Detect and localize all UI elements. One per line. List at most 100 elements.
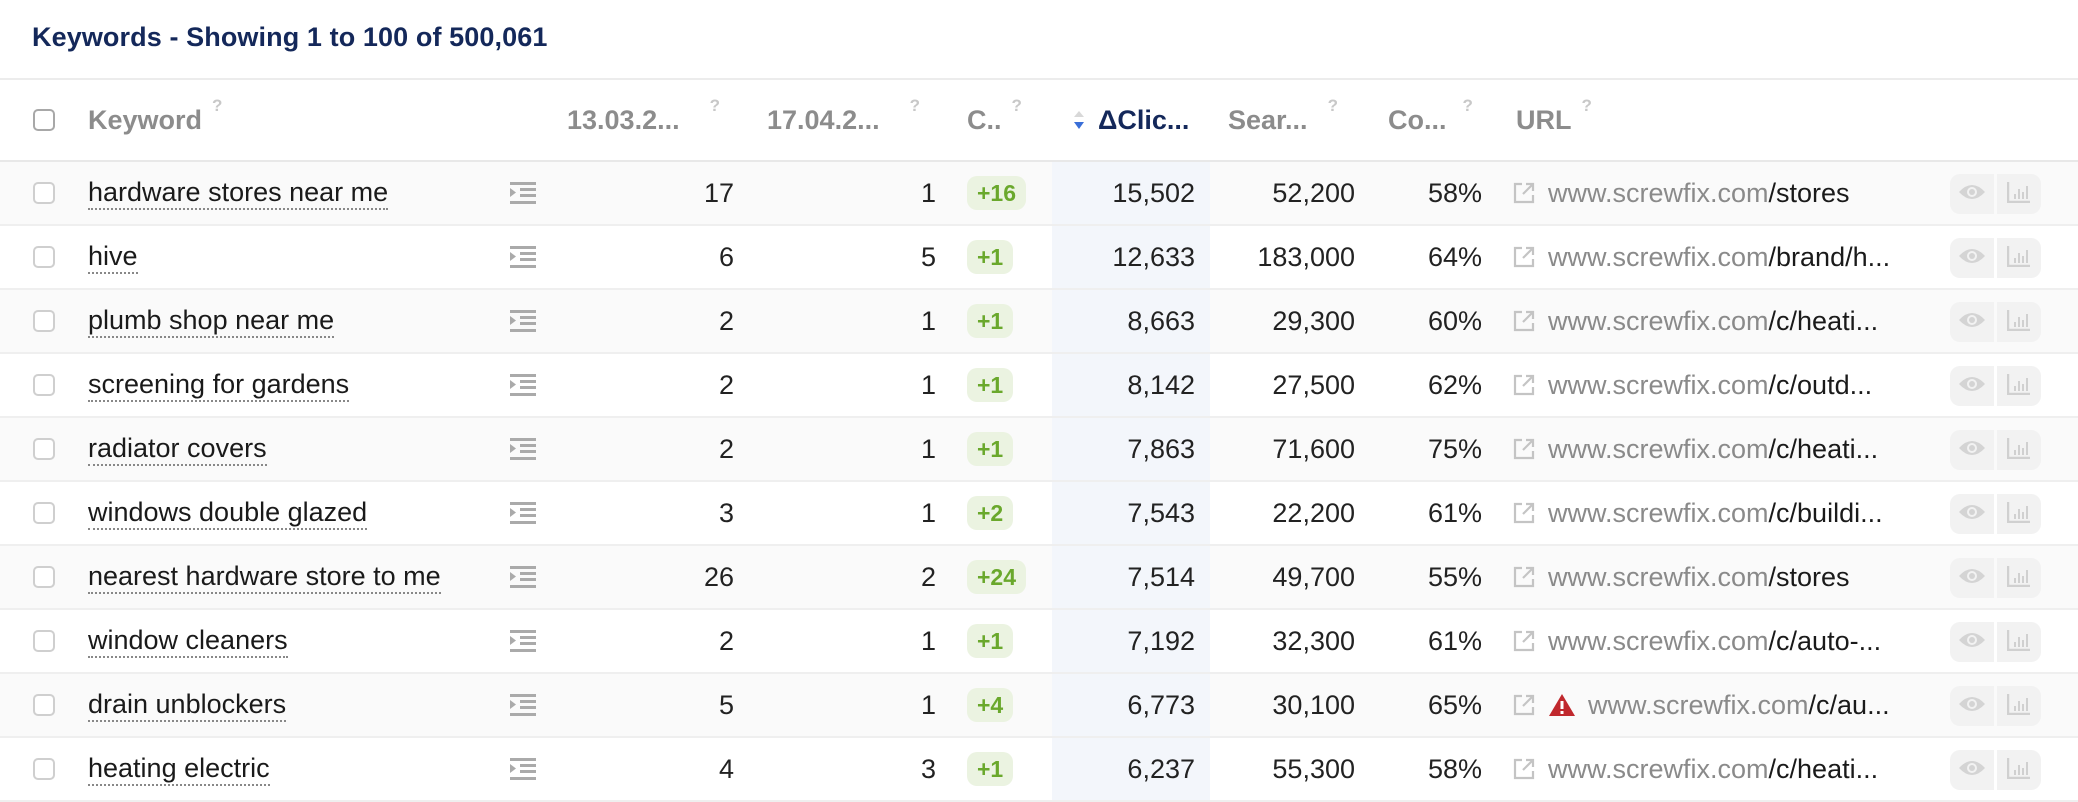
keyword-link[interactable]: radiator covers	[88, 433, 267, 466]
rank-date2: 1	[920, 689, 936, 720]
url-link[interactable]: www.screwfix.com/c/buildi...	[1548, 498, 1883, 529]
row-checkbox[interactable]	[33, 694, 55, 716]
help-icon[interactable]: ?	[710, 96, 720, 116]
eye-button[interactable]	[1950, 174, 1994, 214]
chart-button[interactable]	[1997, 366, 2041, 406]
eye-button[interactable]	[1950, 750, 1994, 790]
external-link-icon[interactable]	[1512, 245, 1536, 269]
keyword-link[interactable]: nearest hardware store to me	[88, 561, 441, 594]
column-header-date2[interactable]: 17.04.2... ?	[767, 80, 920, 160]
table-header: Keyword ? 13.03.2... ? 17.04.2... ? C.. …	[0, 80, 2078, 160]
chart-button[interactable]	[1997, 302, 2041, 342]
column-header-search-volume[interactable]: Sear... ?	[1228, 80, 1338, 160]
eye-button[interactable]	[1950, 366, 1994, 406]
column-header-url[interactable]: URL ?	[1516, 80, 1592, 160]
external-link-icon[interactable]	[1512, 629, 1536, 653]
row-checkbox[interactable]	[33, 758, 55, 780]
row-checkbox[interactable]	[33, 438, 55, 460]
url-link[interactable]: www.screwfix.com/c/au...	[1588, 690, 1890, 721]
row-checkbox[interactable]	[33, 246, 55, 268]
eye-button[interactable]	[1950, 302, 1994, 342]
external-link-icon[interactable]	[1512, 757, 1536, 781]
column-header-competition[interactable]: Co... ?	[1388, 80, 1473, 160]
external-link-icon[interactable]	[1512, 181, 1536, 205]
url-cell: www.screwfix.com/c/heati...	[1512, 418, 1878, 480]
keyword-cell: nearest hardware store to me	[88, 546, 441, 608]
serp-list-icon[interactable]	[510, 546, 536, 608]
keyword-link[interactable]: windows double glazed	[88, 497, 368, 530]
keyword-link[interactable]: hive	[88, 241, 138, 274]
external-link-icon[interactable]	[1512, 693, 1536, 717]
row-checkbox[interactable]	[33, 182, 55, 204]
help-icon[interactable]: ?	[1582, 96, 1592, 116]
bar-chart-icon	[2006, 501, 2031, 528]
url-link[interactable]: www.screwfix.com/brand/h...	[1548, 242, 1890, 273]
chart-button[interactable]	[1997, 622, 2041, 662]
external-link-icon[interactable]	[1512, 501, 1536, 525]
url-link[interactable]: www.screwfix.com/stores	[1548, 178, 1850, 209]
help-icon[interactable]: ?	[1463, 96, 1473, 116]
column-header-date1[interactable]: 13.03.2... ?	[567, 80, 720, 160]
keyword-link[interactable]: hardware stores near me	[88, 177, 389, 210]
external-link-icon[interactable]	[1512, 565, 1536, 589]
serp-list-icon[interactable]	[510, 226, 536, 288]
chart-button[interactable]	[1997, 430, 2041, 470]
external-link-icon[interactable]	[1512, 309, 1536, 333]
url-cell: www.screwfix.com/c/heati...	[1512, 738, 1878, 800]
eye-icon	[1958, 566, 1986, 591]
serp-list-icon[interactable]	[510, 738, 536, 800]
keyword-link[interactable]: drain unblockers	[88, 689, 287, 722]
eye-button[interactable]	[1950, 494, 1994, 534]
keyword-link[interactable]: heating electric	[88, 753, 270, 786]
help-icon[interactable]: ?	[1328, 96, 1338, 116]
row-checkbox[interactable]	[33, 310, 55, 332]
chart-button[interactable]	[1997, 558, 2041, 598]
column-header-change[interactable]: C.. ?	[967, 80, 1022, 160]
url-link[interactable]: www.screwfix.com/c/auto-...	[1548, 626, 1881, 657]
url-link[interactable]: www.screwfix.com/c/heati...	[1548, 306, 1878, 337]
column-header-delta-clicks[interactable]: ΔClic...	[1072, 80, 1189, 160]
select-all-checkbox[interactable]	[33, 109, 55, 131]
eye-button[interactable]	[1950, 430, 1994, 470]
serp-list-icon[interactable]	[510, 418, 536, 480]
eye-button[interactable]	[1950, 622, 1994, 662]
eye-button[interactable]	[1950, 686, 1994, 726]
url-link[interactable]: www.screwfix.com/c/heati...	[1548, 434, 1878, 465]
url-link[interactable]: www.screwfix.com/c/outd...	[1548, 370, 1872, 401]
url-link[interactable]: www.screwfix.com/stores	[1548, 562, 1850, 593]
url-cell: www.screwfix.com/c/auto-...	[1512, 610, 1881, 672]
help-icon[interactable]: ?	[212, 96, 222, 116]
row-checkbox[interactable]	[33, 502, 55, 524]
chart-button[interactable]	[1997, 238, 2041, 278]
column-label: Sear...	[1228, 104, 1308, 135]
eye-button[interactable]	[1950, 558, 1994, 598]
serp-list-icon[interactable]	[510, 290, 536, 352]
serp-list-icon[interactable]	[510, 162, 536, 224]
external-link-icon[interactable]	[1512, 437, 1536, 461]
external-link-icon[interactable]	[1512, 373, 1536, 397]
row-checkbox[interactable]	[33, 374, 55, 396]
help-icon[interactable]: ?	[1012, 96, 1022, 116]
url-cell: www.screwfix.com/c/outd...	[1512, 354, 1872, 416]
serp-list-icon[interactable]	[510, 354, 536, 416]
url-link[interactable]: www.screwfix.com/c/heati...	[1548, 754, 1878, 785]
keyword-link[interactable]: window cleaners	[88, 625, 288, 658]
chart-button[interactable]	[1997, 174, 2041, 214]
bar-chart-icon	[2006, 629, 2031, 656]
column-header-keyword[interactable]: Keyword ?	[88, 80, 222, 160]
row-checkbox[interactable]	[33, 566, 55, 588]
serp-list-icon[interactable]	[510, 482, 536, 544]
chart-button[interactable]	[1997, 750, 2041, 790]
eye-button[interactable]	[1950, 238, 1994, 278]
keyword-link[interactable]: plumb shop near me	[88, 305, 335, 338]
change-badge-cell: +16	[967, 162, 1027, 224]
chart-button[interactable]	[1997, 686, 2041, 726]
keyword-link[interactable]: screening for gardens	[88, 369, 350, 402]
rank-date1: 2	[718, 433, 734, 464]
help-icon[interactable]: ?	[910, 96, 920, 116]
chart-button[interactable]	[1997, 494, 2041, 534]
search-volume: 22,200	[1272, 497, 1355, 528]
row-checkbox[interactable]	[33, 630, 55, 652]
serp-list-icon[interactable]	[510, 674, 536, 736]
serp-list-icon[interactable]	[510, 610, 536, 672]
